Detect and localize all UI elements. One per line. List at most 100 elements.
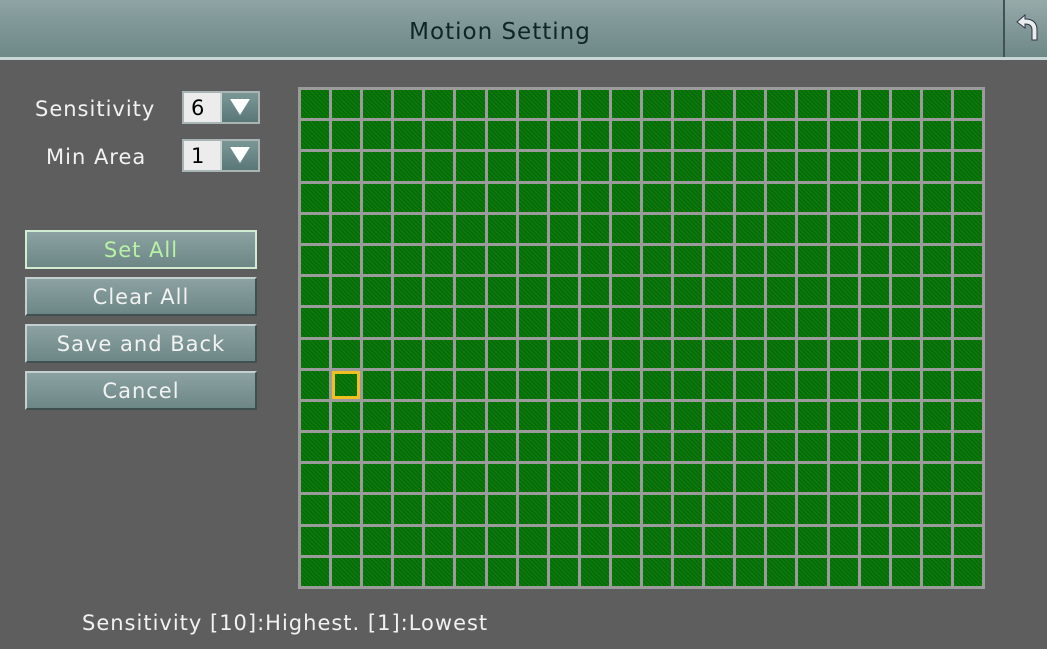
grid-cell[interactable] bbox=[456, 152, 485, 181]
grid-cell[interactable] bbox=[611, 339, 640, 368]
grid-cell[interactable] bbox=[425, 90, 454, 119]
grid-cell[interactable] bbox=[674, 214, 703, 243]
grid-cell[interactable] bbox=[953, 121, 982, 150]
grid-cell[interactable] bbox=[301, 152, 330, 181]
grid-cell[interactable] bbox=[829, 495, 858, 524]
grid-cell[interactable] bbox=[860, 339, 889, 368]
grid-cell[interactable] bbox=[953, 339, 982, 368]
grid-cell[interactable] bbox=[456, 433, 485, 462]
grid-cell[interactable] bbox=[301, 401, 330, 431]
grid-cell[interactable] bbox=[705, 464, 734, 493]
grid-cell[interactable] bbox=[860, 121, 889, 150]
save-and-back-button[interactable]: Save and Back bbox=[25, 324, 257, 363]
grid-cell[interactable] bbox=[363, 308, 392, 337]
grid-cell[interactable] bbox=[922, 183, 951, 212]
grid-cell[interactable] bbox=[674, 433, 703, 462]
grid-cell[interactable] bbox=[332, 401, 361, 431]
grid-cell[interactable] bbox=[829, 152, 858, 181]
grid-cell[interactable] bbox=[549, 90, 578, 119]
grid-cell[interactable] bbox=[487, 183, 516, 212]
grid-cell[interactable] bbox=[767, 245, 796, 275]
grid-cell[interactable] bbox=[643, 277, 672, 306]
grid-cell[interactable] bbox=[829, 245, 858, 275]
grid-cell[interactable] bbox=[798, 152, 827, 181]
grid-cell[interactable] bbox=[301, 183, 330, 212]
grid-cell[interactable] bbox=[301, 308, 330, 337]
grid-cell[interactable] bbox=[580, 152, 609, 181]
grid-cell[interactable] bbox=[767, 90, 796, 119]
grid-cell[interactable] bbox=[705, 557, 734, 586]
grid-cell[interactable] bbox=[767, 277, 796, 306]
grid-cell[interactable] bbox=[674, 557, 703, 586]
grid-cell[interactable] bbox=[891, 557, 920, 586]
grid-cell[interactable] bbox=[332, 152, 361, 181]
grid-cell[interactable] bbox=[518, 121, 547, 150]
grid-cell[interactable] bbox=[705, 308, 734, 337]
grid-cell[interactable] bbox=[736, 433, 765, 462]
grid-cell[interactable] bbox=[860, 370, 889, 399]
grid-cell[interactable] bbox=[922, 557, 951, 586]
grid-cell[interactable] bbox=[674, 339, 703, 368]
grid-cell[interactable] bbox=[580, 464, 609, 493]
sensitivity-dropdown-button[interactable] bbox=[220, 93, 258, 122]
grid-cell[interactable] bbox=[922, 245, 951, 275]
grid-cell[interactable] bbox=[363, 526, 392, 555]
grid-cell[interactable] bbox=[953, 495, 982, 524]
grid-cell[interactable] bbox=[363, 277, 392, 306]
grid-cell[interactable] bbox=[736, 214, 765, 243]
grid-cell[interactable] bbox=[332, 526, 361, 555]
grid-cell[interactable] bbox=[332, 495, 361, 524]
grid-cell[interactable] bbox=[611, 308, 640, 337]
grid-cell[interactable] bbox=[580, 526, 609, 555]
grid-cell[interactable] bbox=[425, 401, 454, 431]
grid-cell[interactable] bbox=[301, 433, 330, 462]
grid-cell[interactable] bbox=[767, 121, 796, 150]
grid-cell[interactable] bbox=[301, 245, 330, 275]
grid-cell[interactable] bbox=[549, 526, 578, 555]
back-button[interactable] bbox=[1003, 0, 1047, 57]
grid-cell[interactable] bbox=[518, 308, 547, 337]
grid-cell-selected[interactable] bbox=[332, 370, 361, 399]
grid-cell[interactable] bbox=[736, 308, 765, 337]
grid-cell[interactable] bbox=[425, 152, 454, 181]
grid-cell[interactable] bbox=[891, 526, 920, 555]
grid-cell[interactable] bbox=[860, 152, 889, 181]
grid-cell[interactable] bbox=[332, 90, 361, 119]
grid-cell[interactable] bbox=[674, 90, 703, 119]
grid-cell[interactable] bbox=[549, 339, 578, 368]
grid-cell[interactable] bbox=[425, 277, 454, 306]
grid-cell[interactable] bbox=[301, 495, 330, 524]
grid-cell[interactable] bbox=[891, 183, 920, 212]
grid-cell[interactable] bbox=[767, 339, 796, 368]
grid-cell[interactable] bbox=[425, 245, 454, 275]
grid-cell[interactable] bbox=[487, 121, 516, 150]
grid-cell[interactable] bbox=[301, 557, 330, 586]
grid-cell[interactable] bbox=[301, 370, 330, 399]
grid-cell[interactable] bbox=[363, 90, 392, 119]
grid-cell[interactable] bbox=[518, 183, 547, 212]
grid-cell[interactable] bbox=[798, 339, 827, 368]
set-all-button[interactable]: Set All bbox=[25, 230, 257, 269]
grid-cell[interactable] bbox=[332, 214, 361, 243]
grid-cell[interactable] bbox=[798, 277, 827, 306]
grid-cell[interactable] bbox=[363, 495, 392, 524]
grid-cell[interactable] bbox=[611, 121, 640, 150]
grid-cell[interactable] bbox=[549, 557, 578, 586]
grid-cell[interactable] bbox=[363, 214, 392, 243]
grid-cell[interactable] bbox=[332, 245, 361, 275]
grid-cell[interactable] bbox=[394, 308, 423, 337]
grid-cell[interactable] bbox=[674, 401, 703, 431]
grid-cell[interactable] bbox=[363, 339, 392, 368]
grid-cell[interactable] bbox=[798, 526, 827, 555]
grid-cell[interactable] bbox=[363, 401, 392, 431]
grid-cell[interactable] bbox=[549, 433, 578, 462]
grid-cell[interactable] bbox=[736, 152, 765, 181]
grid-cell[interactable] bbox=[363, 557, 392, 586]
grid-cell[interactable] bbox=[643, 370, 672, 399]
grid-cell[interactable] bbox=[767, 308, 796, 337]
grid-cell[interactable] bbox=[487, 339, 516, 368]
grid-cell[interactable] bbox=[456, 495, 485, 524]
grid-cell[interactable] bbox=[705, 121, 734, 150]
grid-cell[interactable] bbox=[394, 464, 423, 493]
grid-cell[interactable] bbox=[425, 433, 454, 462]
